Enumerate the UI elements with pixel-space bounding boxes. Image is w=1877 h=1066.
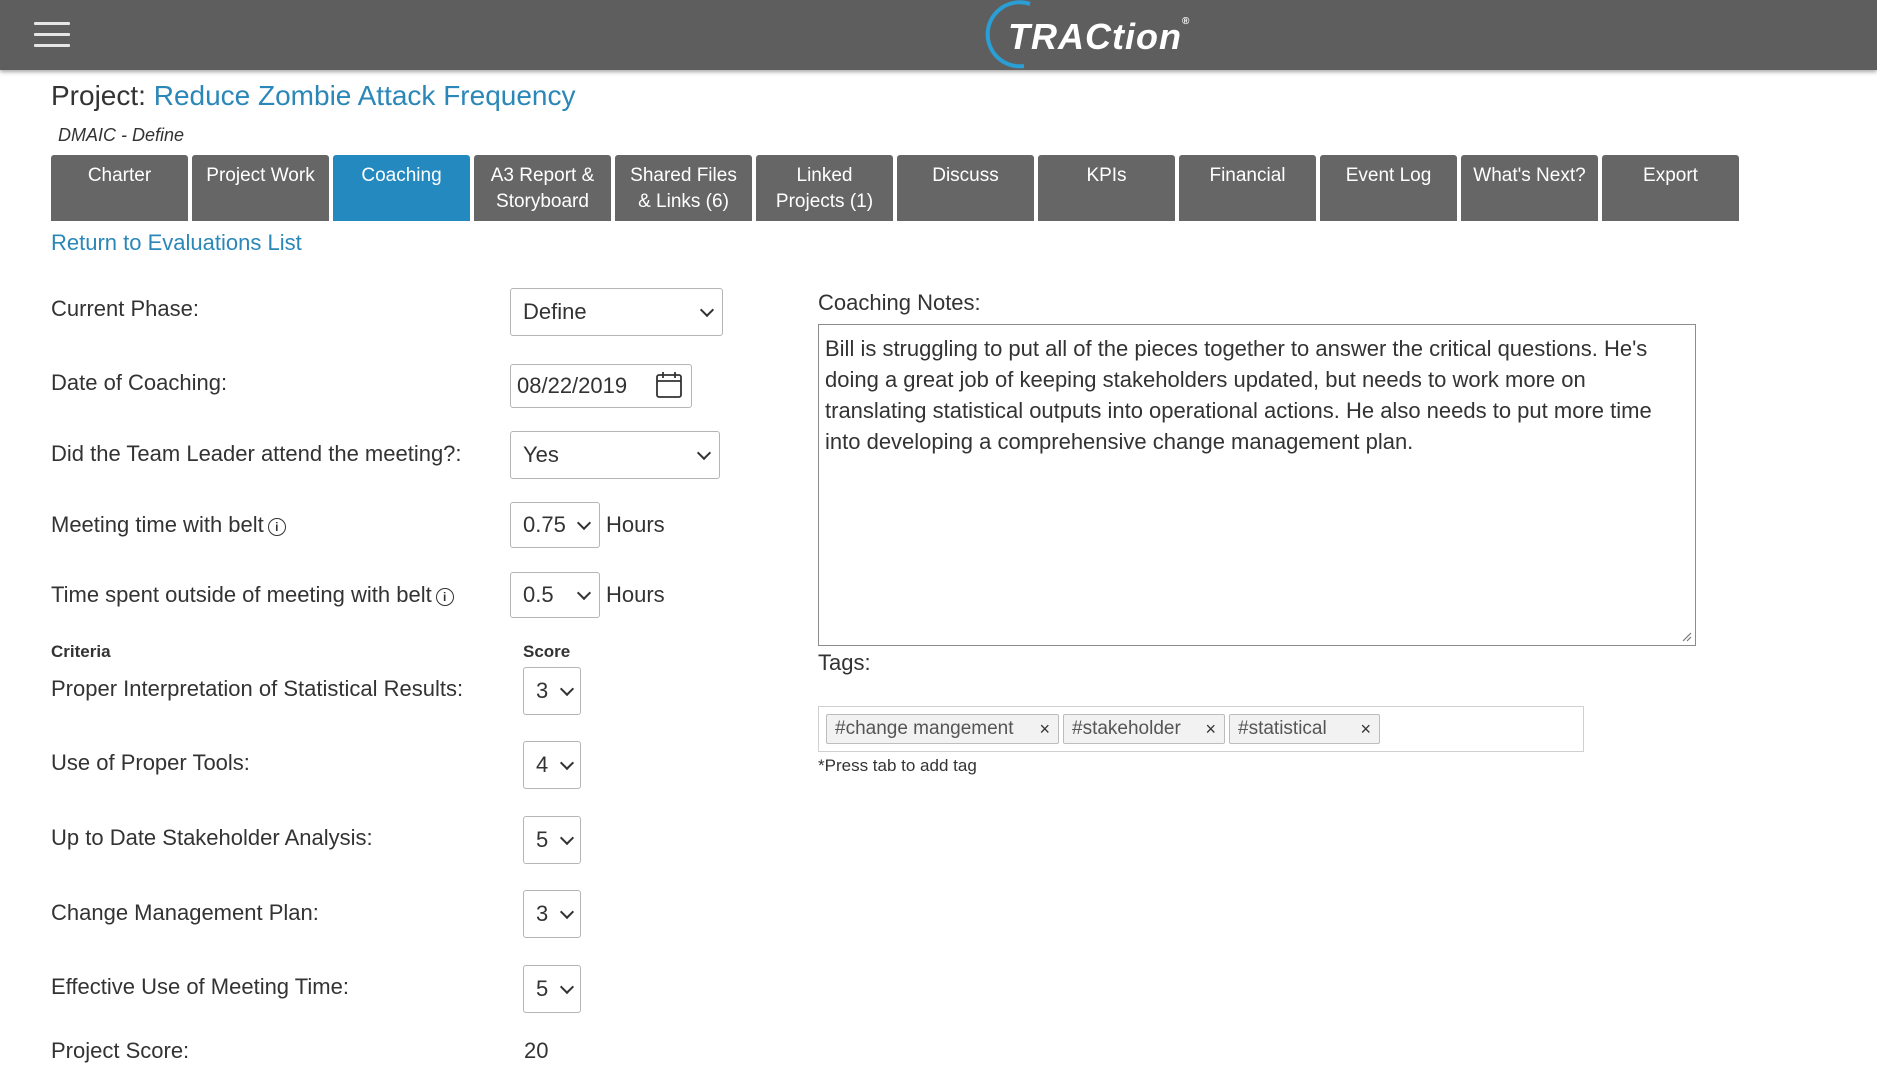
score-header: Score bbox=[523, 642, 571, 661]
score-select[interactable]: 3 bbox=[523, 667, 581, 715]
chevron-down-icon bbox=[559, 904, 575, 920]
tags-hint: *Press tab to add tag bbox=[818, 756, 977, 775]
chevron-down-icon bbox=[559, 830, 575, 846]
chevron-down-icon bbox=[576, 585, 592, 601]
tab-financial[interactable]: Financial bbox=[1179, 155, 1316, 221]
meeting-time-hours-label: Hours bbox=[606, 512, 665, 537]
project-title: Project: Reduce Zombie Attack Frequency bbox=[51, 80, 575, 112]
tab-kpis[interactable]: KPIs bbox=[1038, 155, 1175, 221]
score-select[interactable]: 5 bbox=[523, 965, 581, 1013]
top-bar: TRACtion® bbox=[0, 0, 1877, 70]
tab-project-work[interactable]: Project Work bbox=[192, 155, 329, 221]
score-select[interactable]: 3 bbox=[523, 890, 581, 938]
tag-chip: #stakeholder × bbox=[1063, 714, 1225, 744]
tab-coaching[interactable]: Coaching bbox=[333, 155, 470, 221]
meeting-time-select[interactable]: 0.75 bbox=[510, 502, 600, 548]
team-leader-attend-select[interactable]: Yes bbox=[510, 431, 720, 479]
outside-time-hours-label: Hours bbox=[606, 582, 665, 607]
chevron-down-icon bbox=[559, 979, 575, 995]
score-select[interactable]: 5 bbox=[523, 816, 581, 864]
project-score-value: 20 bbox=[524, 1038, 549, 1063]
current-phase-label: Current Phase: bbox=[51, 296, 199, 321]
coaching-notes-textarea[interactable]: Bill is struggling to put all of the pie… bbox=[818, 324, 1696, 646]
tab-discuss[interactable]: Discuss bbox=[897, 155, 1034, 221]
calendar-icon[interactable] bbox=[655, 370, 683, 400]
resize-grip-icon[interactable] bbox=[1680, 630, 1692, 642]
tags-input[interactable]: #change mangement × #stakeholder × #stat… bbox=[818, 706, 1584, 752]
criteria-label: Change Management Plan: bbox=[51, 900, 319, 925]
criteria-header: Criteria bbox=[51, 642, 111, 661]
project-phase-subtitle: DMAIC - Define bbox=[58, 125, 185, 145]
tab-event-log[interactable]: Event Log bbox=[1320, 155, 1457, 221]
tags-label: Tags: bbox=[818, 650, 871, 675]
criteria-label: Up to Date Stakeholder Analysis: bbox=[51, 825, 373, 850]
outside-time-label: Time spent outside of meeting with belt i bbox=[51, 582, 454, 608]
project-prefix: Project: bbox=[51, 80, 146, 111]
chevron-down-icon bbox=[559, 681, 575, 697]
tab-charter[interactable]: Charter bbox=[51, 155, 188, 221]
info-icon[interactable]: i bbox=[267, 518, 286, 536]
tag-chip: #statistical × bbox=[1229, 714, 1380, 744]
criteria-label: Use of Proper Tools: bbox=[51, 750, 250, 775]
return-to-evaluations-link[interactable]: Return to Evaluations List bbox=[51, 230, 302, 256]
chevron-down-icon bbox=[699, 302, 715, 318]
date-of-coaching-input[interactable]: 08/22/2019 bbox=[510, 364, 692, 408]
logo-text: TRACtion bbox=[1008, 16, 1182, 57]
date-of-coaching-label: Date of Coaching: bbox=[51, 370, 228, 395]
tab-shared-files[interactable]: Shared Files & Links (6) bbox=[615, 155, 752, 221]
project-name-link[interactable]: Reduce Zombie Attack Frequency bbox=[154, 80, 576, 111]
info-icon[interactable]: i bbox=[435, 588, 454, 606]
tab-linked-projects[interactable]: Linked Projects (1) bbox=[756, 155, 893, 221]
criteria-label: Proper Interpretation of Statistical Res… bbox=[51, 676, 464, 701]
tab-a3-report[interactable]: A3 Report & Storyboard bbox=[474, 155, 611, 221]
team-leader-attend-label: Did the Team Leader attend the meeting?: bbox=[51, 441, 462, 466]
remove-tag-icon[interactable]: × bbox=[1039, 715, 1050, 743]
score-select[interactable]: 4 bbox=[523, 741, 581, 789]
traction-logo: TRACtion® bbox=[984, 0, 1194, 70]
criteria-label: Effective Use of Meeting Time: bbox=[51, 974, 349, 999]
tab-whats-next[interactable]: What's Next? bbox=[1461, 155, 1598, 221]
outside-time-select[interactable]: 0.5 bbox=[510, 572, 600, 618]
chevron-down-icon bbox=[576, 515, 592, 531]
hamburger-menu-icon[interactable] bbox=[34, 22, 70, 48]
meeting-time-label: Meeting time with belt i bbox=[51, 512, 286, 538]
tag-chip: #change mangement × bbox=[826, 714, 1059, 744]
logo-registered-mark: ® bbox=[1181, 16, 1191, 27]
current-phase-select[interactable]: Define bbox=[510, 288, 723, 336]
coaching-notes-label: Coaching Notes: bbox=[818, 290, 981, 315]
project-score-label: Project Score: bbox=[51, 1038, 190, 1063]
chevron-down-icon bbox=[559, 755, 575, 771]
remove-tag-icon[interactable]: × bbox=[1205, 715, 1216, 743]
tab-export[interactable]: Export bbox=[1602, 155, 1739, 221]
chevron-down-icon bbox=[696, 445, 712, 461]
remove-tag-icon[interactable]: × bbox=[1360, 715, 1371, 743]
